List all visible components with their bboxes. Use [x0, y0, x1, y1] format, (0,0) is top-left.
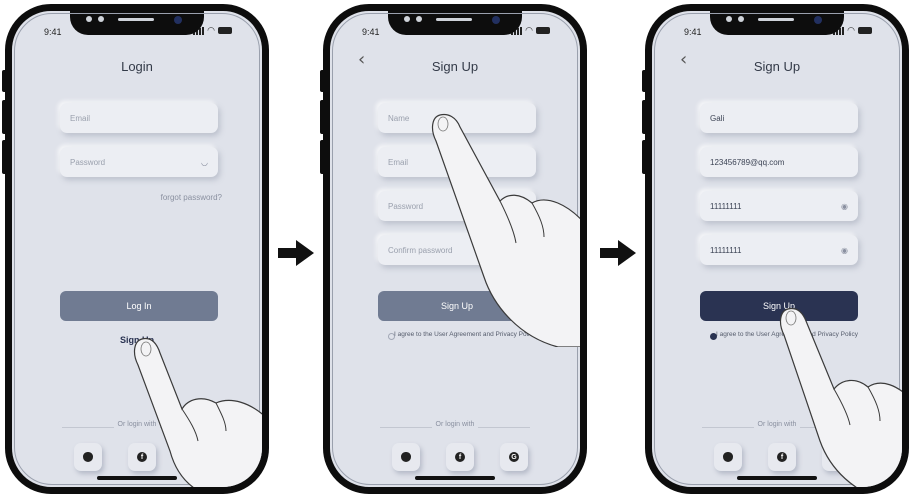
facebook-login-button[interactable]: f — [768, 443, 796, 471]
agreement-radio[interactable] — [388, 333, 395, 340]
apple-login-button[interactable] — [392, 443, 420, 471]
password-field[interactable]: 11111111 ◉ — [700, 191, 858, 221]
page-title: Sign Up — [431, 59, 479, 74]
agreement-text[interactable]: I agree to the User Agreement and Privac… — [716, 331, 858, 338]
email-placeholder: Email — [70, 113, 91, 123]
confirm-password-placeholder: Confirm password — [388, 245, 453, 255]
google-login-button[interactable]: G — [822, 443, 850, 471]
apple-login-button[interactable] — [714, 443, 742, 471]
password-field[interactable]: Password — [378, 191, 536, 221]
password-field[interactable]: Password ◡ — [60, 147, 218, 177]
status-time: 9:41 — [44, 27, 62, 37]
password-placeholder: Password — [70, 157, 106, 167]
notch — [70, 11, 204, 35]
eye-icon[interactable]: ◉ — [841, 246, 848, 255]
google-login-button[interactable]: G — [500, 443, 528, 471]
apple-icon — [723, 452, 733, 462]
arrow-right-icon — [278, 240, 314, 266]
google-icon: G — [509, 452, 519, 462]
sign-up-button[interactable]: Sign Up — [378, 291, 536, 321]
home-indicator — [97, 476, 177, 480]
battery-icon — [858, 27, 872, 34]
phone-screen: 9:41 ◠ Login Email Password ◡ forgot pas… — [5, 4, 269, 494]
email-value: 123456789@qq.com — [710, 157, 785, 167]
agreement-text[interactable]: I agree to the User Agreement and Privac… — [394, 331, 536, 338]
home-indicator — [737, 476, 817, 480]
login-button[interactable]: Log In — [60, 291, 218, 321]
agreement-row: I agree to the User Agreement and Privac… — [710, 331, 862, 340]
apple-login-button[interactable] — [74, 443, 102, 471]
confirm-password-value: 11111111 — [710, 245, 742, 255]
page-title: Sign Up — [753, 59, 801, 74]
wifi-icon: ◠ — [207, 25, 215, 35]
battery-icon — [218, 27, 232, 34]
forgot-password-link[interactable]: forgot password? — [161, 193, 222, 202]
password-value: 11111111 — [710, 201, 742, 211]
or-login-with-label: Or login with — [652, 421, 902, 428]
confirm-password-field[interactable]: Confirm password — [378, 235, 536, 265]
facebook-icon: f — [455, 452, 465, 462]
eye-icon[interactable]: ◉ — [841, 202, 848, 211]
notch — [710, 11, 844, 35]
apple-icon — [83, 452, 93, 462]
phone-login: 9:41 ◠ Login Email Password ◡ forgot pas… — [0, 0, 276, 498]
phone-screen: 9:41 ◠ ‹ Sign Up Name Email Password Con… — [323, 4, 587, 494]
name-placeholder: Name — [388, 113, 410, 123]
phone-signup-empty: 9:41 ◠ ‹ Sign Up Name Email Password Con… — [318, 0, 594, 498]
email-field[interactable]: 123456789@qq.com — [700, 147, 858, 177]
sign-up-button[interactable]: Sign Up — [700, 291, 858, 321]
status-time: 9:41 — [684, 27, 702, 37]
google-icon: G — [831, 452, 841, 462]
name-value: Gali — [710, 113, 725, 123]
or-login-with-label: Or login with — [12, 421, 262, 428]
facebook-login-button[interactable]: f — [446, 443, 474, 471]
name-field[interactable]: Name — [378, 103, 536, 133]
page-title: Login — [121, 59, 153, 74]
sign-up-link[interactable]: Sign Up — [12, 335, 262, 345]
confirm-password-field[interactable]: 11111111 ◉ — [700, 235, 858, 265]
wifi-icon: ◠ — [847, 25, 855, 35]
agreement-row: I agree to the User Agreement and Privac… — [388, 331, 540, 340]
facebook-icon: f — [777, 452, 787, 462]
facebook-login-button[interactable]: f — [128, 443, 156, 471]
eye-closed-icon[interactable]: ◡ — [201, 158, 208, 167]
email-field[interactable]: Email — [378, 147, 536, 177]
facebook-icon: f — [137, 452, 147, 462]
status-time: 9:41 — [362, 27, 380, 37]
or-login-with-label: Or login with — [330, 421, 580, 428]
email-placeholder: Email — [388, 157, 409, 167]
apple-icon — [401, 452, 411, 462]
arrow-right-icon — [600, 240, 636, 266]
password-placeholder: Password — [388, 201, 424, 211]
google-icon: G — [191, 452, 201, 462]
google-login-button[interactable]: G — [182, 443, 210, 471]
battery-icon — [536, 27, 550, 34]
name-field[interactable]: Gali — [700, 103, 858, 133]
agreement-radio-checked[interactable] — [710, 333, 717, 340]
email-field[interactable]: Email — [60, 103, 218, 133]
wifi-icon: ◠ — [525, 25, 533, 35]
phone-screen: 9:41 ◠ ‹ Sign Up Gali 123456789@qq.com 1… — [645, 4, 909, 494]
phone-signup-filled: 9:41 ◠ ‹ Sign Up Gali 123456789@qq.com 1… — [640, 0, 911, 498]
home-indicator — [415, 476, 495, 480]
notch — [388, 11, 522, 35]
